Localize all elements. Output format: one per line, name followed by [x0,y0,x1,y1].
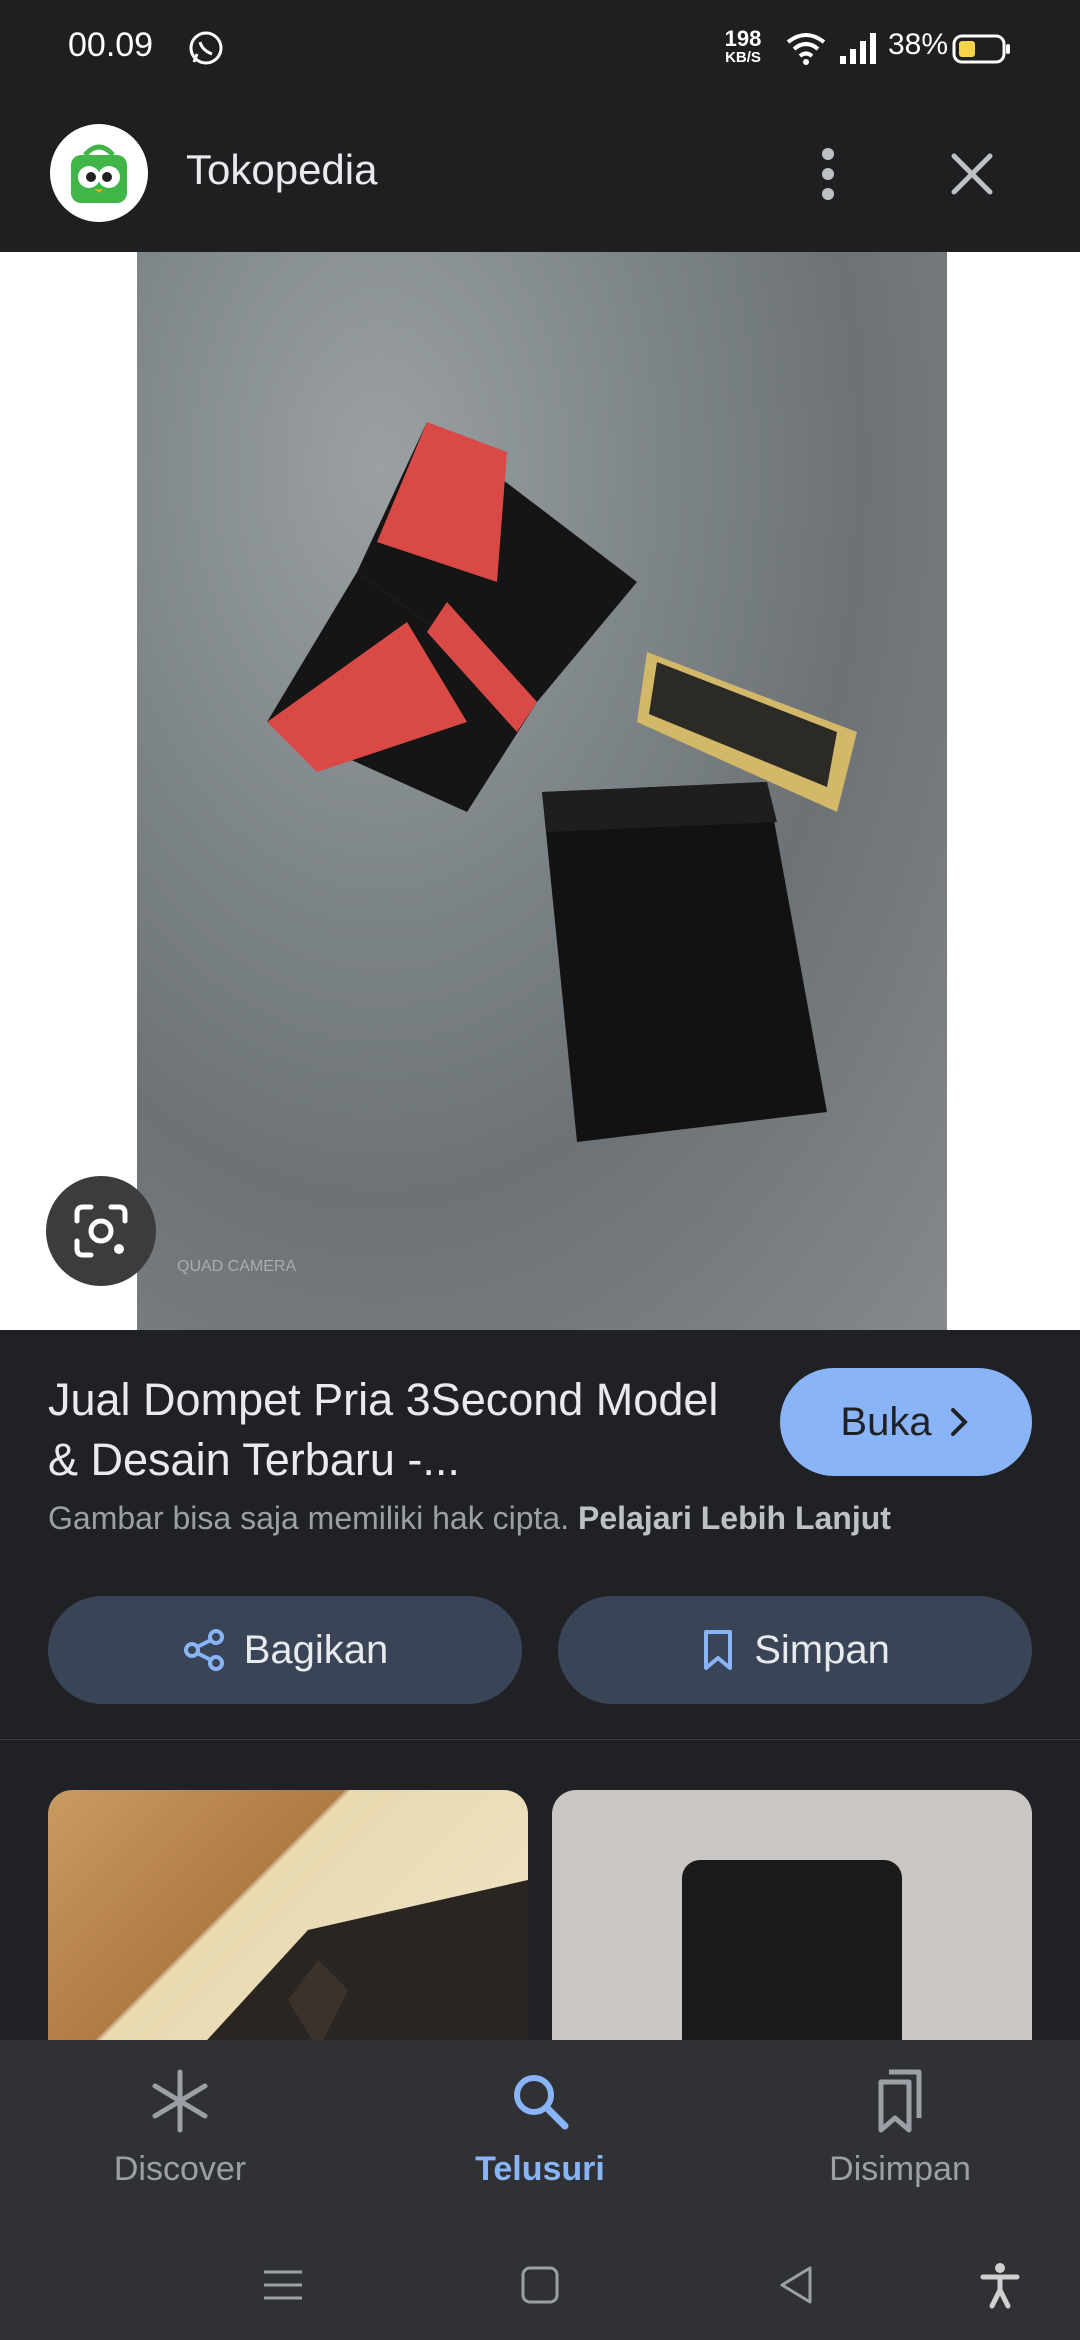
open-button[interactable]: Buka [780,1368,1032,1476]
home-icon[interactable] [515,2260,565,2310]
result-title[interactable]: Jual Dompet Pria 3Second Model & Desain … [48,1370,748,1490]
related-image-card[interactable] [48,1790,528,2040]
related-images [0,1740,1080,2040]
share-icon [183,1629,224,1671]
battery-icon [952,34,1010,64]
bookmark-icon [704,1630,733,1670]
accessibility-icon[interactable] [975,2260,1025,2310]
network-speed-unit: KB/S [725,49,761,66]
status-bar: 00.09 198 KB/S 38% [0,0,1080,96]
result-info-panel: Jual Dompet Pria 3Second Model & Desain … [0,1330,1080,1741]
whatsapp-icon [189,31,223,65]
asterisk-icon [152,2069,208,2133]
network-speed-value: 198 [724,26,762,51]
app-bar: Tokopedia [0,96,1080,252]
open-button-label: Buka [840,1399,932,1444]
wifi-icon [786,33,826,65]
learn-more-link[interactable]: Pelajari Lebih Lanjut [578,1500,891,1536]
status-time: 00.09 [68,26,154,64]
battery-percent: 38% [888,28,949,61]
bottom-navigation: Discover Telusuri Disimpan [0,2040,1080,2230]
related-image-card[interactable] [552,1790,1032,2040]
system-navigation-bar [0,2230,1080,2340]
save-button[interactable]: Simpan [558,1596,1032,1704]
search-icon [514,2075,569,2130]
signal-icon [840,33,876,64]
photo-watermark: QUAD CAMERA [177,1258,297,1275]
screen: 00.09 198 KB/S 38% Tokopedia QUAD CAMERA… [0,0,1080,2340]
network-speed: 198 KB/S [720,26,766,66]
nav-search[interactable]: Telusuri [410,2066,670,2189]
nav-saved[interactable]: Disimpan [770,2066,1030,2189]
recent-apps-icon[interactable] [258,2260,308,2310]
related-image-1 [207,1880,528,2040]
close-icon[interactable] [940,142,1004,206]
product-photo: QUAD CAMERA [137,252,947,1330]
share-button[interactable]: Bagikan [48,1596,522,1704]
app-title: Tokopedia [186,146,378,193]
nav-discover-label: Discover [113,2150,247,2188]
chevron-right-icon [950,1408,968,1436]
bookmarks-icon [878,2069,922,2133]
nav-search-label: Telusuri [475,2150,605,2188]
copyright-text: Gambar bisa saja memiliki hak cipta. [48,1500,570,1536]
google-lens-button[interactable] [46,1176,156,1286]
nav-discover[interactable]: Discover [50,2066,310,2189]
nav-saved-label: Disimpan [829,2150,971,2188]
back-icon[interactable] [772,2260,822,2310]
main-image-viewer[interactable]: QUAD CAMERA [0,252,1080,1330]
save-label: Simpan [754,1627,890,1672]
more-options-icon[interactable] [800,142,856,206]
share-label: Bagikan [243,1627,389,1672]
wallet-illustration [267,422,857,1142]
tokopedia-logo-icon [50,124,148,222]
lens-icon [74,1204,128,1258]
copyright-notice: Gambar bisa saja memiliki hak cipta. Pel… [48,1500,891,1537]
related-image-2 [682,1860,902,2040]
